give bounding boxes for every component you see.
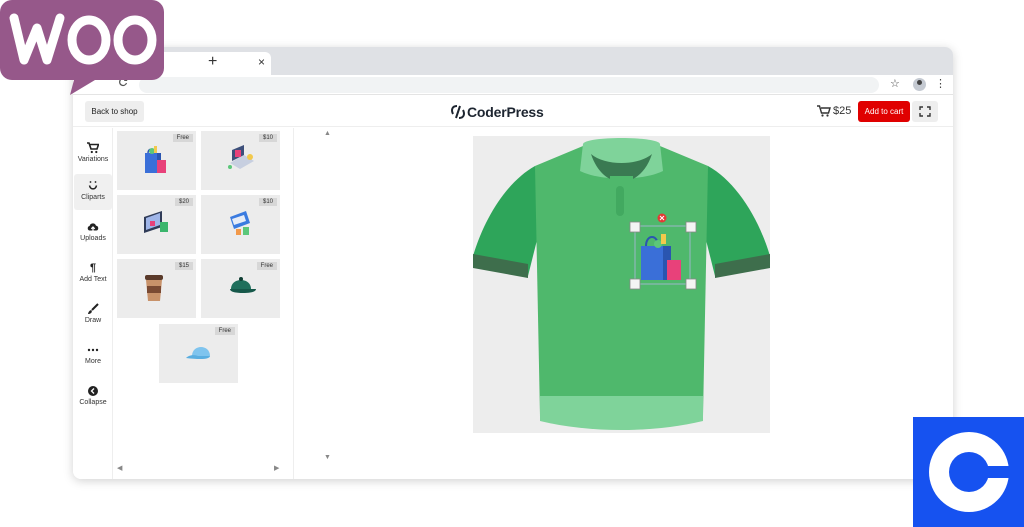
cart-total: $25 — [833, 105, 852, 117]
sidebar-item-label: Draw — [84, 317, 102, 324]
sidebar-item-cliparts[interactable]: Cliparts — [74, 174, 112, 210]
brand-logo: CoderPress — [450, 103, 544, 121]
price-badge: $10 — [258, 134, 277, 142]
url-field[interactable] — [139, 77, 879, 93]
blue-cap-icon — [186, 347, 210, 360]
clipart-item[interactable]: $10 — [201, 195, 280, 254]
sidebar-item-label: Cliparts — [81, 194, 105, 201]
browser-window: × + ☆ ⋮ Back to shop CoderPress $25 Add … — [73, 47, 953, 479]
price-badge: Free — [214, 327, 235, 335]
cart-icon — [87, 142, 99, 154]
fullscreen-button[interactable] — [912, 101, 938, 122]
brush-icon — [88, 303, 99, 314]
back-to-shop-button[interactable]: Back to shop — [85, 101, 144, 122]
scroll-down-icon[interactable]: ▼ — [324, 454, 331, 461]
brand-name: CoderPress — [467, 104, 544, 120]
green-cap-icon — [230, 277, 256, 293]
fullscreen-icon — [919, 106, 931, 117]
vertical-scrollbar[interactable]: ▲ ▼ — [323, 128, 333, 468]
sidebar-item-uploads[interactable]: Uploads — [74, 215, 112, 251]
horizontal-scrollbar[interactable]: ◀ ▶ — [114, 463, 284, 473]
scroll-up-icon[interactable]: ▲ — [324, 130, 331, 137]
address-bar: ☆ ⋮ — [73, 75, 953, 95]
clipart-item[interactable]: Free — [159, 324, 238, 383]
tab-bar: × + — [73, 47, 953, 75]
screenshot-stage: × + ☆ ⋮ Back to shop CoderPress $25 Add … — [0, 0, 1024, 527]
price-badge: Free — [256, 262, 277, 270]
sidebar-item-variations[interactable]: Variations — [74, 136, 112, 172]
profile-icon[interactable] — [913, 78, 926, 91]
new-tab-button[interactable]: + — [208, 53, 217, 71]
smile-icon — [88, 181, 98, 190]
scroll-left-icon[interactable]: ◀ — [117, 464, 122, 472]
more-icon — [87, 348, 99, 352]
scroll-right-icon[interactable]: ▶ — [274, 464, 279, 472]
design-canvas[interactable] — [473, 136, 770, 433]
add-to-cart-button[interactable]: Add to cart — [858, 101, 910, 122]
polo-shirt — [473, 138, 770, 430]
sidebar-item-label: More — [85, 358, 101, 365]
pilcrow-icon: ¶ — [89, 262, 97, 274]
coin-logo — [913, 417, 1024, 527]
tool-sidebar: Variations Cliparts Uploads ¶ Add Text D… — [73, 128, 113, 479]
brand-mark-icon — [451, 105, 465, 119]
price-badge: $20 — [174, 198, 193, 206]
sidebar-item-label: Collapse — [79, 399, 107, 406]
woo-logo — [0, 0, 164, 95]
cart-icon[interactable] — [817, 105, 831, 117]
tab-close-icon[interactable]: × — [258, 55, 265, 69]
sidebar-item-label: Variations — [77, 156, 109, 163]
clipart-item[interactable]: $20 — [117, 195, 196, 254]
monitor-bag-icon — [144, 211, 168, 233]
collapse-icon — [88, 386, 98, 396]
coffee-cup-icon — [145, 275, 163, 301]
price-badge: $10 — [258, 198, 277, 206]
cloud-upload-icon — [87, 223, 99, 232]
laptop-shopping-icon — [228, 145, 254, 169]
clipart-item[interactable]: Free — [201, 259, 280, 318]
clipart-item[interactable]: $10 — [201, 131, 280, 190]
price-badge: $15 — [174, 262, 193, 270]
card-payment-icon — [230, 211, 250, 235]
app-header: Back to shop CoderPress $25 Add to cart — [73, 96, 953, 127]
star-icon[interactable]: ☆ — [890, 77, 900, 90]
c-mark-icon — [929, 432, 1011, 512]
sidebar-item-add-text[interactable]: ¶ Add Text — [74, 256, 112, 292]
shopping-bags-icon — [145, 146, 166, 173]
sidebar-item-collapse[interactable]: Collapse — [74, 379, 112, 415]
sidebar-item-label: Add Text — [79, 276, 107, 283]
price-badge: Free — [172, 134, 193, 142]
sidebar-item-label: Uploads — [80, 235, 106, 242]
clipart-item[interactable]: $15 — [117, 259, 196, 318]
clipart-panel: Free $10 $20 $10 $15 Free Free ▲ ▼ ◀ ▶ — [114, 128, 331, 479]
clipart-item[interactable]: Free — [117, 131, 196, 190]
menu-icon[interactable]: ⋮ — [935, 77, 946, 90]
sidebar-item-draw[interactable]: Draw — [74, 297, 112, 333]
sidebar-item-more[interactable]: More — [74, 338, 112, 374]
